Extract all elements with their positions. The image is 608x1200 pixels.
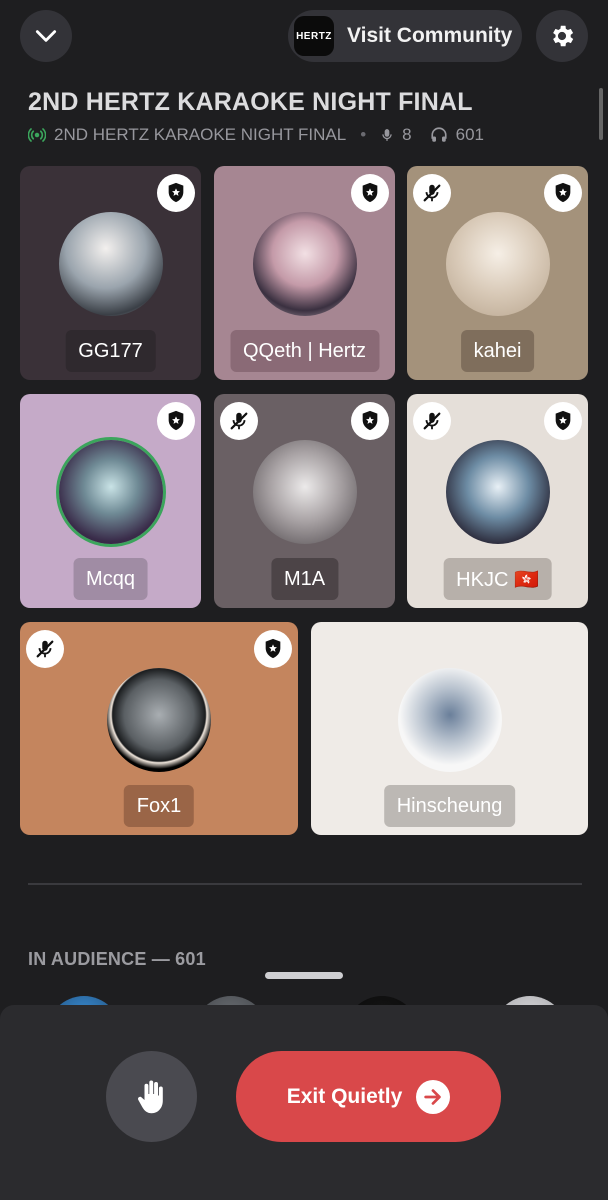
speaker-avatar[interactable] [107, 668, 211, 772]
settings-button[interactable] [536, 10, 588, 62]
microphone-icon [382, 129, 392, 141]
stage-title: 2ND HERTZ KARAOKE NIGHT FINAL [28, 88, 473, 116]
section-divider [28, 883, 582, 885]
speaker-tile[interactable]: Fox1 [20, 622, 298, 835]
chevron-down-icon [35, 30, 57, 42]
moderator-shield-icon [351, 174, 389, 212]
gear-icon [553, 25, 574, 47]
speaker-name: Mcqq [73, 558, 148, 600]
speaker-name: QQeth | Hertz [229, 330, 380, 372]
muted-microphone-icon [220, 402, 258, 440]
raise-hand-icon [137, 1080, 163, 1113]
moderator-shield-icon [544, 174, 582, 212]
speaker-avatar[interactable] [58, 440, 163, 544]
stage-info-row: 2ND HERTZ KARAOKE NIGHT FINAL • 8 601 [28, 124, 484, 146]
collapse-button[interactable] [20, 10, 72, 62]
speaker-name: M1A [270, 558, 339, 600]
speaker-tile[interactable]: kahei [407, 166, 588, 380]
speaker-name: Hinscheung [383, 785, 516, 827]
audience-heading: IN AUDIENCE — 601 [28, 949, 206, 969]
speaker-name: Fox1 [123, 785, 195, 827]
speaker-name: GG177 [65, 330, 156, 372]
speaker-count: 8 [402, 125, 412, 144]
visit-community-label: Visit Community [347, 24, 513, 47]
scrollbar-thumb[interactable] [599, 88, 603, 140]
muted-microphone-icon [413, 174, 451, 212]
stage-topic: 2ND HERTZ KARAOKE NIGHT FINAL [54, 125, 347, 144]
separator-dot: • [360, 125, 367, 144]
speaker-avatar[interactable] [252, 212, 357, 316]
stage-live-icon [28, 128, 46, 142]
speaker-avatar[interactable] [397, 668, 502, 772]
speaker-tile[interactable]: M1A [214, 394, 395, 608]
speaker-tile[interactable]: Mcqq [20, 394, 201, 608]
exit-quietly-label: Exit Quietly [286, 1084, 403, 1108]
speaker-tile[interactable]: Hinscheung [311, 622, 588, 835]
moderator-shield-icon [351, 402, 389, 440]
speaker-avatar[interactable] [445, 212, 550, 316]
speaker-avatar[interactable] [445, 440, 550, 544]
moderator-shield-icon [157, 402, 195, 440]
visit-community-button[interactable]: HERTZ Visit Community [288, 10, 522, 62]
stage-channel-screen: HERTZ Visit Community 2ND HERTZ KARAOKE … [0, 0, 608, 1200]
muted-microphone-icon [26, 630, 64, 668]
exit-quietly-button[interactable]: Exit Quietly [236, 1051, 501, 1142]
raise-hand-button[interactable] [106, 1051, 197, 1142]
listener-count: 601 [455, 125, 485, 144]
moderator-shield-icon [254, 630, 292, 668]
speaker-tile[interactable]: HKJC 🇭🇰 [407, 394, 588, 608]
sheet-drag-handle[interactable] [265, 972, 343, 979]
speaker-name: kahei [460, 330, 535, 372]
moderator-shield-icon [544, 402, 582, 440]
muted-microphone-icon [413, 402, 451, 440]
speaker-tile[interactable]: QQeth | Hertz [214, 166, 395, 380]
top-bar: HERTZ Visit Community [0, 0, 608, 80]
speaker-avatar[interactable] [252, 440, 357, 544]
speaker-avatar[interactable] [58, 212, 163, 316]
speaker-tile[interactable]: GG177 [20, 166, 201, 380]
headphones-icon [431, 127, 447, 142]
speaker-name: HKJC 🇭🇰 [443, 558, 552, 600]
community-logo: HERTZ [294, 16, 334, 56]
moderator-shield-icon [157, 174, 195, 212]
arrow-right-icon [416, 1079, 451, 1114]
